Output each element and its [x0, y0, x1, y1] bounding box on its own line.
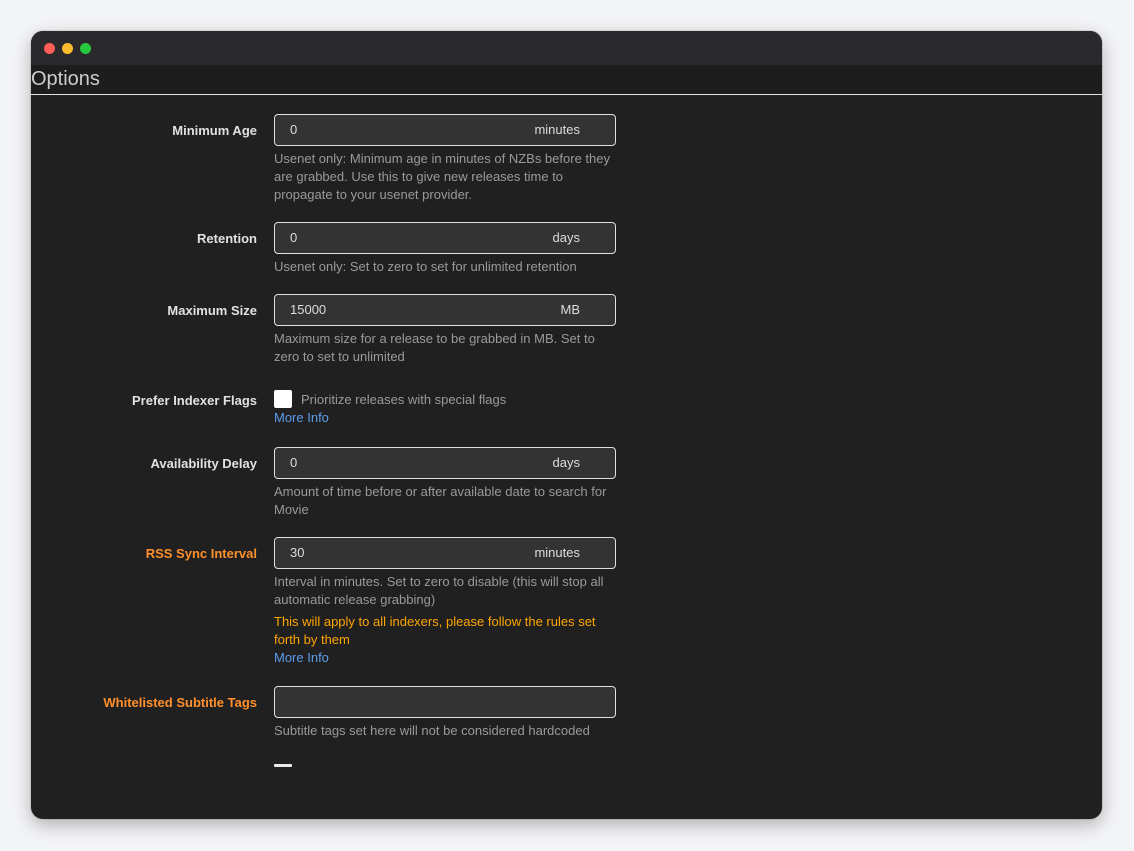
minimum-age-unit: minutes	[534, 122, 580, 137]
whitelisted-subtitle-tags-help: Subtitle tags set here will not be consi…	[274, 723, 590, 738]
retention-unit: days	[552, 230, 580, 245]
availability-delay-value: 0	[290, 455, 298, 470]
availability-delay-input[interactable]: 0 days	[274, 447, 616, 479]
rss-sync-interval-help: Interval in minutes. Set to zero to disa…	[274, 574, 604, 607]
availability-delay-help: Amount of time before or after available…	[274, 484, 607, 517]
minimum-age-input[interactable]: 0 minutes	[274, 114, 616, 146]
availability-delay-unit: days	[552, 455, 580, 470]
rss-sync-interval-more-info-link[interactable]: More Info	[274, 649, 329, 667]
retention-label: Retention	[197, 231, 257, 246]
retention-help: Usenet only: Set to zero to set for unli…	[274, 259, 577, 274]
close-window-button[interactable]	[44, 43, 55, 54]
prefer-indexer-flags-more-info-link[interactable]: More Info	[274, 409, 329, 427]
whitelisted-subtitle-tags-label: Whitelisted Subtitle Tags	[103, 695, 257, 710]
retention-value: 0	[290, 230, 298, 245]
maximum-size-value: 15000	[290, 302, 327, 317]
retention-input[interactable]: 0 days	[274, 222, 616, 254]
minimize-window-button[interactable]	[62, 43, 73, 54]
minimum-age-value: 0	[290, 122, 298, 137]
section-header: Options	[31, 65, 1102, 95]
whitelisted-subtitle-tags-input[interactable]	[274, 686, 616, 718]
maximum-size-label: Maximum Size	[167, 303, 257, 318]
minimum-age-help: Usenet only: Minimum age in minutes of N…	[274, 151, 610, 202]
rss-sync-interval-value: 30	[290, 545, 305, 560]
maximum-size-input[interactable]: 15000 MB	[274, 294, 616, 326]
rss-sync-interval-input[interactable]: 30 minutes	[274, 537, 616, 569]
rss-sync-interval-warning: This will apply to all indexers, please …	[274, 614, 596, 647]
title-bar	[31, 31, 1102, 65]
rss-sync-interval-unit: minutes	[534, 545, 580, 560]
section-title: Options	[31, 68, 100, 90]
prefer-indexer-flags-checkbox-label[interactable]: Prioritize releases with special flags	[301, 391, 506, 409]
availability-delay-label: Availability Delay	[150, 456, 257, 471]
maximum-size-unit: MB	[560, 302, 581, 317]
minimum-age-label: Minimum Age	[172, 123, 257, 138]
prefer-indexer-flags-checkbox[interactable]	[274, 390, 292, 408]
rss-sync-interval-label: RSS Sync Interval	[145, 546, 257, 561]
toggle-indicator[interactable]	[274, 764, 292, 767]
maximize-window-button[interactable]	[80, 43, 91, 54]
maximum-size-help: Maximum size for a release to be grabbed…	[274, 331, 595, 364]
prefer-indexer-flags-label: Prefer Indexer Flags	[132, 393, 257, 408]
app-window: Options Minimum Age 0 minutes Usenet onl…	[31, 31, 1102, 819]
